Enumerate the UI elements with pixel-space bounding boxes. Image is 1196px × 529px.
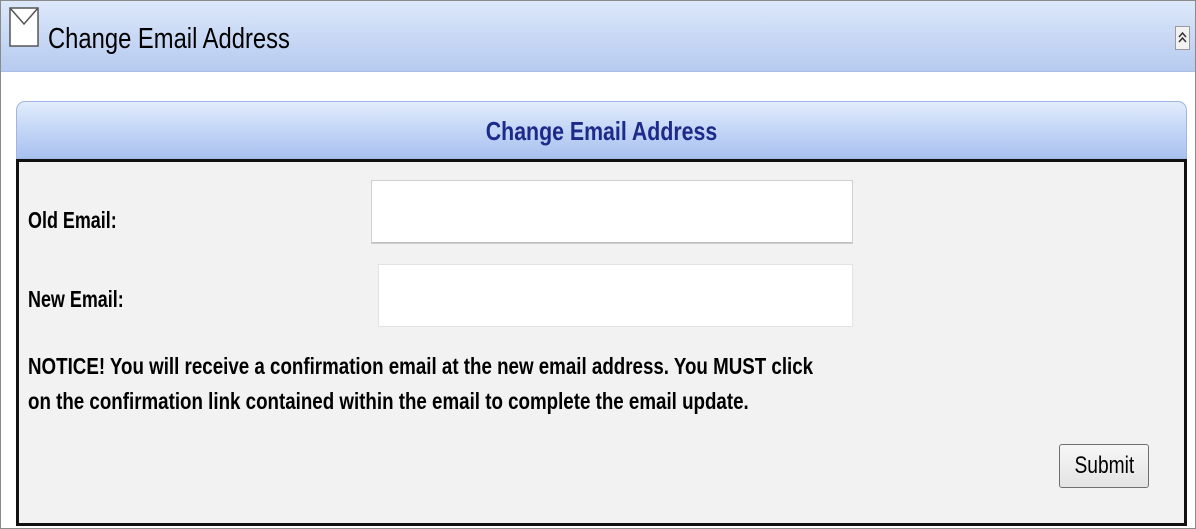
notice-line-1: NOTICE! You will receive a confirmation … [28, 353, 814, 379]
notice-line-2: on the confirmation link contained withi… [28, 388, 749, 414]
submit-button-label: Submit [1074, 452, 1134, 479]
envelope-icon [9, 7, 39, 47]
change-email-window: Change Email Address Change Email Addres… [0, 0, 1196, 529]
old-email-label: Old Email: [28, 207, 117, 233]
collapse-button[interactable] [1175, 26, 1190, 50]
new-email-field[interactable] [378, 264, 853, 327]
notice-text: NOTICE! You will receive a confirmation … [28, 349, 851, 419]
panel-header: Change Email Address [16, 101, 1187, 159]
change-email-form: Old Email: New Email: NOTICE! You will r… [16, 159, 1187, 526]
panel-title: Change Email Address [485, 116, 718, 146]
window-titlebar: Change Email Address [1, 1, 1195, 72]
old-email-field[interactable] [371, 180, 853, 244]
window-title: Change Email Address [48, 23, 290, 55]
submit-button[interactable]: Submit [1059, 444, 1149, 488]
new-email-label: New Email: [28, 286, 124, 312]
